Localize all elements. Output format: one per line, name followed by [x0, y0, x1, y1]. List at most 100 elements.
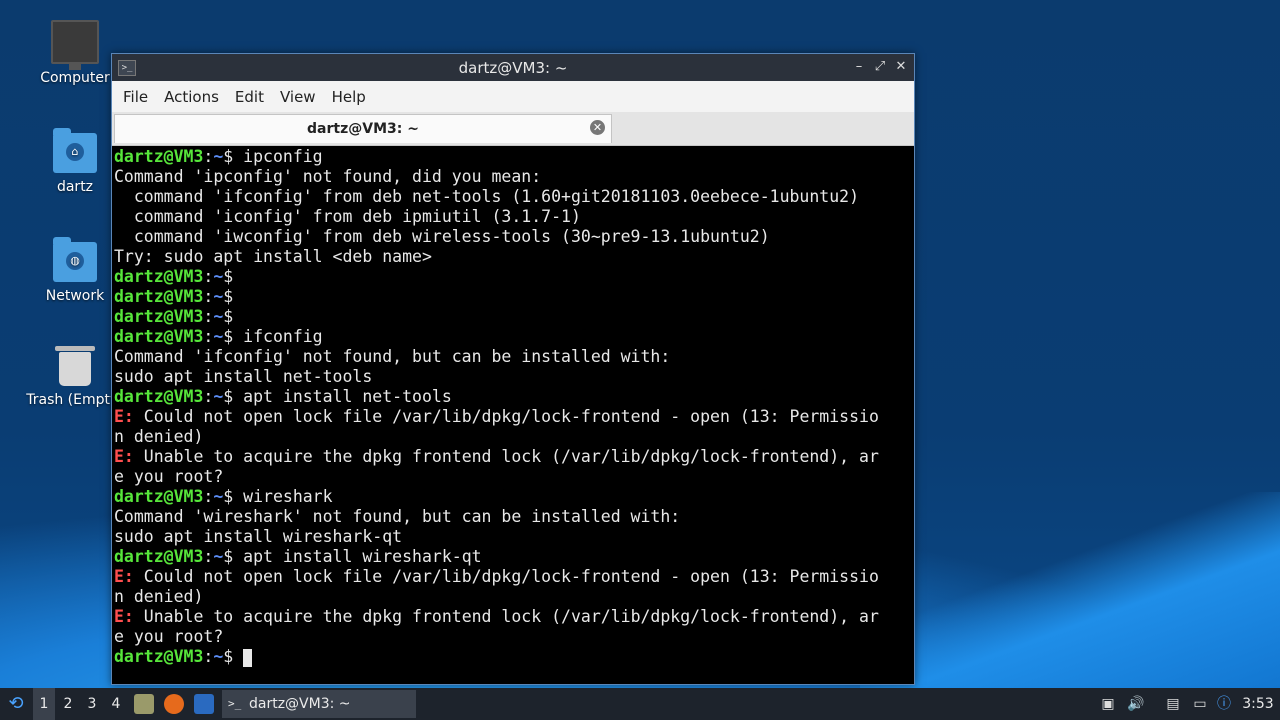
close-button[interactable]: ✕: [892, 58, 910, 76]
clock[interactable]: 3:53: [1240, 688, 1276, 720]
desktop-icon-label: dartz: [56, 179, 94, 195]
firefox-launcher-icon[interactable]: [164, 694, 184, 714]
prompt-command: $: [223, 267, 244, 286]
terminal-line: E: Could not open lock file /var/lib/dpk…: [114, 567, 912, 587]
prompt-command: $: [223, 287, 244, 306]
prompt-command: $ ipconfig: [223, 147, 323, 166]
desktop-icon-computer[interactable]: Computer: [25, 20, 125, 86]
prompt-user: dartz@VM3: [114, 327, 204, 346]
prompt-path: ~: [213, 547, 224, 566]
prompt-user: dartz@VM3: [114, 547, 204, 566]
workspace-1[interactable]: 1: [33, 688, 55, 720]
volume-icon[interactable]: 🔊: [1126, 694, 1146, 714]
tab-terminal[interactable]: dartz@VM3: ~ ✕: [114, 114, 612, 143]
taskbar-task-label: dartz@VM3: ~: [249, 696, 351, 712]
taskbar: ⟲ 1 2 3 4 >_ dartz@VM3: ~ ▣ 🔊 ▤ ▭ ⓘ 3:53: [0, 688, 1280, 720]
output-line: Command 'ifconfig' not found, but can be…: [114, 347, 671, 366]
terminal-line: dartz@VM3:~$ apt install net-tools: [114, 387, 452, 406]
workspace-3[interactable]: 3: [81, 688, 103, 720]
prompt-user: dartz@VM3: [114, 147, 204, 166]
menu-actions[interactable]: Actions: [156, 88, 227, 106]
tab-close-icon[interactable]: ✕: [590, 120, 605, 135]
trash-icon: [55, 346, 95, 386]
output-line: Command 'wireshark' not found, but can b…: [114, 507, 681, 526]
desktop-icon-network[interactable]: ◍ Network: [25, 237, 125, 304]
desktop-launcher-icon[interactable]: [194, 694, 214, 714]
tab-bar: dartz@VM3: ~ ✕: [112, 112, 914, 146]
desktop-icon-label: Trash (Empty): [26, 392, 124, 408]
error-prefix: E:: [114, 407, 134, 426]
output-line: Command 'ipconfig' not found, did you me…: [114, 167, 542, 186]
prompt-path: ~: [213, 307, 224, 326]
file-manager-launcher-icon[interactable]: [134, 694, 154, 714]
notes-icon[interactable]: ▤: [1163, 694, 1183, 714]
terminal-line: dartz@VM3:~$: [114, 267, 244, 286]
error-text: Could not open lock file /var/lib/dpkg/l…: [133, 407, 879, 426]
terminal-output[interactable]: dartz@VM3:~$ ipconfig Command 'ipconfig' …: [114, 147, 912, 682]
desktop-icon-label: Computer: [40, 70, 110, 86]
menu-help[interactable]: Help: [324, 88, 374, 106]
terminal-line: dartz@VM3:~$ apt install wireshark-qt: [114, 547, 482, 566]
output-line: command 'ifconfig' from deb net-tools (1…: [114, 187, 860, 206]
tray-clipboard-icon[interactable]: ▣: [1098, 694, 1118, 714]
prompt-command: $ wireshark: [223, 487, 333, 506]
prompt-path: ~: [213, 147, 224, 166]
prompt-command: $ ifconfig: [223, 327, 323, 346]
prompt-user: dartz@VM3: [114, 487, 204, 506]
workspace-2[interactable]: 2: [57, 688, 79, 720]
network-folder-icon: ◍: [53, 237, 97, 282]
output-line: sudo apt install net-tools: [114, 367, 373, 386]
prompt-user: dartz@VM3: [114, 267, 204, 286]
output-line: command 'iwconfig' from deb wireless-too…: [114, 227, 770, 246]
terminal-line: E: Unable to acquire the dpkg frontend l…: [114, 447, 912, 467]
start-menu-icon[interactable]: ⟲: [4, 688, 28, 720]
prompt-command: $: [223, 307, 244, 326]
network-tray-icon[interactable]: ▭: [1190, 694, 1210, 714]
tab-label: dartz@VM3: ~: [307, 121, 419, 137]
home-folder-icon: ⌂: [53, 128, 97, 173]
error-text: Unable to acquire the dpkg frontend lock…: [133, 607, 879, 626]
prompt-path: ~: [213, 487, 224, 506]
maximize-button[interactable]: ⤢: [871, 58, 889, 76]
prompt-path: ~: [213, 267, 224, 286]
menu-view[interactable]: View: [272, 88, 324, 106]
workspace-4[interactable]: 4: [105, 688, 127, 720]
error-text: Unable to acquire the dpkg frontend lock…: [133, 447, 879, 466]
error-prefix: E:: [114, 447, 134, 466]
prompt-path: ~: [213, 287, 224, 306]
error-text: Could not open lock file /var/lib/dpkg/l…: [133, 567, 879, 586]
window-title: dartz@VM3: ~: [458, 59, 568, 77]
menu-file[interactable]: File: [115, 88, 156, 106]
prompt-command: $ apt install net-tools: [223, 387, 452, 406]
terminal-line: dartz@VM3:~$: [114, 647, 912, 667]
prompt-user: dartz@VM3: [114, 307, 204, 326]
window-titlebar[interactable]: >_ dartz@VM3: ~ – ⤢ ✕: [112, 54, 914, 81]
taskbar-terminal-button[interactable]: >_ dartz@VM3: ~: [222, 690, 416, 718]
terminal-line: E: Could not open lock file /var/lib/dpk…: [114, 407, 912, 427]
computer-icon: [51, 20, 99, 70]
terminal-line: E: Unable to acquire the dpkg frontend l…: [114, 607, 912, 627]
terminal-line: dartz@VM3:~$ wireshark: [114, 487, 333, 506]
minimize-button[interactable]: –: [850, 58, 868, 76]
prompt-path: ~: [213, 327, 224, 346]
desktop-wallpaper-wave-right: [860, 492, 1280, 692]
prompt-user: dartz@VM3: [114, 647, 204, 666]
prompt-user: dartz@VM3: [114, 387, 204, 406]
terminal-task-icon: >_: [228, 697, 242, 710]
desktop-icon-label: Network: [45, 288, 105, 304]
desktop-icon-home[interactable]: ⌂ dartz: [25, 128, 125, 195]
menubar: File Actions Edit View Help: [112, 81, 914, 112]
prompt-user: dartz@VM3: [114, 287, 204, 306]
terminal-line: dartz@VM3:~$: [114, 307, 244, 326]
output-line: Try: sudo apt install <deb name>: [114, 247, 432, 266]
prompt-path: ~: [213, 387, 224, 406]
terminal-window: >_ dartz@VM3: ~ – ⤢ ✕ File Actions Edit …: [111, 53, 915, 685]
notification-icon[interactable]: ⓘ: [1214, 694, 1234, 714]
desktop-icon-trash[interactable]: Trash (Empty): [25, 346, 125, 408]
output-line: command 'iconfig' from deb ipmiutil (3.1…: [114, 207, 581, 226]
terminal-line: dartz@VM3:~$ ifconfig: [114, 327, 323, 346]
menu-edit[interactable]: Edit: [227, 88, 272, 106]
error-prefix: E:: [114, 567, 134, 586]
output-line: e you root?: [114, 627, 224, 646]
output-line: e you root?: [114, 467, 224, 486]
